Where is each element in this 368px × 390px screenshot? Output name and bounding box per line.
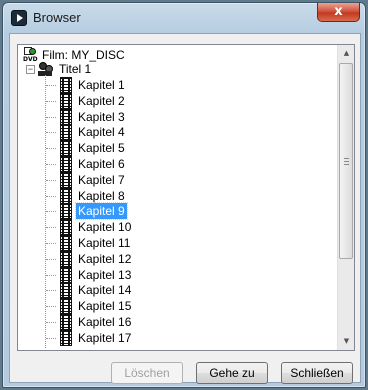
tree-item-chapter[interactable]: Kapitel 9 xyxy=(75,202,128,220)
film-reel-icon xyxy=(38,61,54,77)
chapter-label: Kapitel 15 xyxy=(78,299,132,313)
chapter-label: Kapitel 3 xyxy=(78,110,125,124)
chapter-label: Kapitel 13 xyxy=(78,268,132,282)
delete-button[interactable]: Löschen xyxy=(111,362,183,384)
film-strip-icon xyxy=(60,172,72,188)
chapter-label: Kapitel 11 xyxy=(78,236,131,250)
chapter-label: Kapitel 4 xyxy=(78,125,125,139)
chapter-label: Kapitel 1 xyxy=(78,78,125,92)
tree-item-chapter[interactable]: Kapitel 11 xyxy=(76,235,132,251)
tree-branch-line xyxy=(46,290,56,291)
tree-item-chapter[interactable]: Kapitel 2 xyxy=(76,93,127,109)
tree-branch-line xyxy=(46,259,56,260)
tree-item-chapter[interactable]: Kapitel 10 xyxy=(76,219,133,235)
tree-branch-line xyxy=(46,322,56,323)
chapter-label: Kapitel 9 xyxy=(75,202,128,220)
tree-branch-line xyxy=(46,180,56,181)
tree-branch-line xyxy=(46,85,56,86)
film-strip-icon xyxy=(60,282,72,298)
film-strip-icon xyxy=(60,203,72,219)
tree-branch-line xyxy=(46,306,56,307)
film-strip-icon xyxy=(60,267,72,283)
chapter-label: Kapitel 16 xyxy=(78,315,132,329)
window-title: Browser xyxy=(33,10,81,25)
tree-item-chapter[interactable]: Kapitel 16 xyxy=(76,314,133,330)
chapter-label: Kapitel 17 xyxy=(78,331,132,345)
chapter-tree[interactable]: DVD Film: MY_DISC − Titel 1 Kapitel 1 Kap… xyxy=(17,44,355,351)
tree-content: DVD Film: MY_DISC − Titel 1 Kapitel 1 Kap… xyxy=(18,45,337,350)
chapter-label: Kapitel 10 xyxy=(78,220,132,234)
tree-branch-line xyxy=(46,196,56,197)
film-strip-icon xyxy=(60,93,72,109)
chapter-label: Kapitel 5 xyxy=(78,141,125,155)
film-strip-icon xyxy=(60,251,72,267)
film-strip-icon xyxy=(60,330,72,346)
scroll-down-arrow-icon[interactable]: ▼ xyxy=(338,333,354,350)
film-strip-icon xyxy=(60,298,72,314)
tree-item-chapter[interactable]: Kapitel 3 xyxy=(76,109,127,125)
tree-branch-line xyxy=(46,275,56,276)
window-close-button[interactable]: x xyxy=(317,3,360,22)
chapter-label: Kapitel 14 xyxy=(78,283,132,297)
tree-item-chapter[interactable]: Kapitel 12 xyxy=(76,251,133,267)
tree-node-title[interactable]: Titel 1 xyxy=(57,61,93,77)
vertical-scrollbar[interactable]: ▲ ▼ xyxy=(337,45,354,350)
tree-branch-line xyxy=(46,227,56,228)
dvd-disc-icon: DVD xyxy=(23,47,39,63)
chapter-label: Kapitel 7 xyxy=(78,173,125,187)
film-strip-icon xyxy=(60,314,72,330)
tree-branch-line xyxy=(46,243,56,244)
chapter-label: Kapitel 2 xyxy=(78,94,125,108)
collapse-toggle-icon[interactable]: − xyxy=(26,65,35,74)
film-strip-icon xyxy=(60,219,72,235)
close-dialog-button[interactable]: Schließen xyxy=(281,362,353,384)
tree-item-chapter[interactable]: Kapitel 1 xyxy=(76,77,127,93)
tree-item-chapter[interactable]: Kapitel 17 xyxy=(76,330,133,346)
film-strip-icon xyxy=(60,124,72,140)
scrollbar-thumb[interactable] xyxy=(339,63,353,259)
tree-item-chapter[interactable]: Kapitel 15 xyxy=(76,298,133,314)
tree-item-chapter[interactable]: Kapitel 7 xyxy=(76,172,127,188)
grip-icon xyxy=(344,158,349,165)
tree-branch-line xyxy=(46,117,56,118)
app-play-icon xyxy=(11,10,27,26)
tree-item-chapter[interactable]: Kapitel 6 xyxy=(76,156,127,172)
film-strip-icon xyxy=(60,140,72,156)
tree-item-chapter[interactable]: Kapitel 4 xyxy=(76,124,127,140)
title-bar[interactable]: Browser x xyxy=(3,3,365,34)
chapter-label: Kapitel 12 xyxy=(78,252,132,266)
tree-branch-line xyxy=(46,338,56,339)
tree-item-chapter[interactable]: Kapitel 8 xyxy=(76,188,127,204)
tree-item-chapter[interactable]: Kapitel 14 xyxy=(76,282,133,298)
chapter-label: Kapitel 8 xyxy=(78,189,125,203)
scroll-up-arrow-icon[interactable]: ▲ xyxy=(338,45,354,62)
dialog-client-area: DVD Film: MY_DISC − Titel 1 Kapitel 1 Kap… xyxy=(9,33,361,384)
film-strip-icon xyxy=(60,235,72,251)
tree-branch-line xyxy=(46,101,56,102)
tree-branch-line xyxy=(46,164,56,165)
tree-branch-line xyxy=(46,132,56,133)
film-strip-icon xyxy=(60,188,72,204)
tree-item-chapter[interactable]: Kapitel 5 xyxy=(76,140,127,156)
tree-title-label: Titel 1 xyxy=(59,62,92,76)
tree-item-chapter[interactable]: Kapitel 13 xyxy=(76,267,133,283)
chapter-label: Kapitel 6 xyxy=(78,157,125,171)
film-strip-icon xyxy=(60,156,72,172)
tree-branch-line xyxy=(46,211,56,212)
tree-branch-line xyxy=(46,148,56,149)
browser-window: Browser x DVD Film: MY_DISC − Titel 1 Ka… xyxy=(2,2,366,388)
goto-button[interactable]: Gehe zu xyxy=(196,362,268,384)
film-strip-icon xyxy=(60,109,72,125)
film-strip-icon xyxy=(60,77,72,93)
